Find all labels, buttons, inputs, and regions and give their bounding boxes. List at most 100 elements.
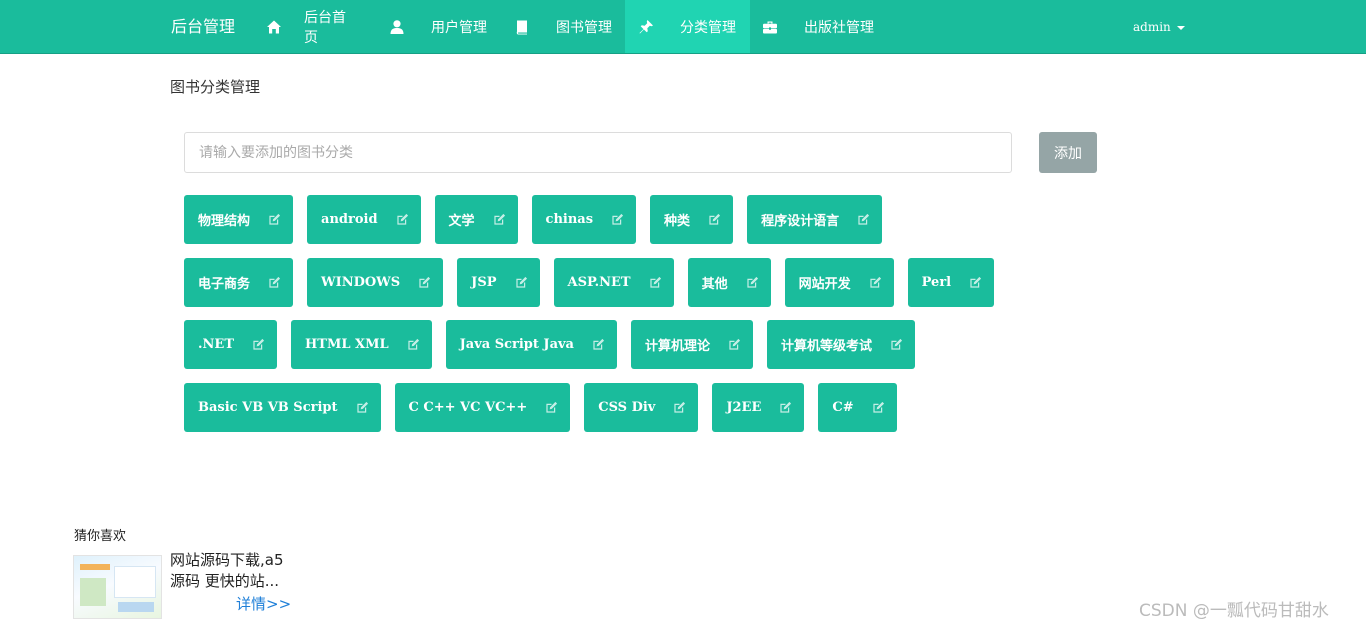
book-icon bbox=[514, 19, 530, 35]
category-tag[interactable]: .NET bbox=[184, 320, 277, 369]
nav-item-publishers[interactable]: 出版社管理 bbox=[750, 0, 890, 53]
edit-icon[interactable] bbox=[418, 276, 431, 289]
edit-icon[interactable] bbox=[396, 213, 409, 226]
category-tag-label: 程序设计语言 bbox=[761, 214, 840, 229]
category-tag-label: 计算机理论 bbox=[644, 339, 710, 354]
category-tag[interactable]: J2EE bbox=[712, 382, 805, 432]
category-tag[interactable]: C# bbox=[818, 382, 897, 432]
home-icon bbox=[266, 19, 282, 35]
category-tag-label: android bbox=[321, 212, 378, 227]
edit-icon[interactable] bbox=[611, 213, 624, 226]
edit-icon[interactable] bbox=[890, 338, 903, 351]
category-tag-label: 种类 bbox=[664, 214, 691, 229]
category-tag-label: CSS Div bbox=[598, 399, 656, 415]
add-category-button[interactable]: 添加 bbox=[1039, 132, 1097, 173]
category-tag-label: ASP.NET bbox=[567, 274, 631, 290]
edit-icon[interactable] bbox=[515, 276, 528, 289]
edit-icon[interactable] bbox=[356, 401, 369, 414]
caret-down-icon bbox=[1176, 25, 1185, 30]
category-tag[interactable]: ASP.NET bbox=[553, 257, 674, 307]
category-tag-label: 电子商务 bbox=[198, 276, 251, 292]
edit-icon[interactable] bbox=[872, 401, 885, 414]
nav-label-users: 用户管理 bbox=[431, 19, 487, 36]
category-tag-label: 网站开发 bbox=[798, 276, 851, 292]
category-tag[interactable]: 计算机等级考试 bbox=[767, 320, 916, 369]
category-tag-list: 物理结构 android 文学 chinas 种类 程序设计语言电子商务 WINDOWS JS… bbox=[184, 195, 1104, 445]
category-row: Basic VB VB Script C C++ VC VC++ CSS Div J2… bbox=[184, 382, 1104, 432]
edit-icon[interactable] bbox=[268, 276, 281, 289]
category-tag-label: 文学 bbox=[448, 214, 475, 229]
category-tag-label: Java Script Java bbox=[459, 337, 574, 352]
edit-icon[interactable] bbox=[493, 213, 506, 226]
edit-icon[interactable] bbox=[708, 213, 721, 226]
category-tag[interactable]: 其他 bbox=[687, 257, 771, 307]
category-tag[interactable]: 网站开发 bbox=[784, 257, 894, 307]
category-tag[interactable]: JSP bbox=[457, 257, 540, 307]
edit-icon[interactable] bbox=[779, 401, 792, 414]
category-tag[interactable]: WINDOWS bbox=[307, 257, 444, 307]
category-tag[interactable]: 程序设计语言 bbox=[747, 195, 883, 244]
category-tag[interactable]: Basic VB VB Script bbox=[184, 382, 381, 432]
category-tag-label: WINDOWS bbox=[321, 274, 401, 290]
nav-item-users[interactable]: 用户管理 bbox=[375, 0, 500, 53]
category-tag[interactable]: 种类 bbox=[650, 195, 734, 244]
edit-icon[interactable] bbox=[407, 338, 420, 351]
category-tag[interactable]: C C++ VC VC++ bbox=[394, 382, 571, 432]
nav-label-publishers: 出版社管理 bbox=[804, 19, 874, 36]
edit-icon[interactable] bbox=[268, 213, 281, 226]
edit-icon[interactable] bbox=[969, 276, 982, 289]
recommend-details-link[interactable]: 详情>> bbox=[236, 593, 291, 614]
category-row: .NET HTML XML Java Script Java 计算机理论 计算机等级考试 bbox=[184, 320, 1104, 369]
briefcase-icon bbox=[762, 19, 778, 35]
category-tag-label: chinas bbox=[545, 212, 594, 227]
category-tag[interactable]: android bbox=[307, 195, 421, 244]
watermark: CSDN @一瓢代码甘甜水 bbox=[1139, 601, 1329, 621]
nav-label-home: 后台首页 bbox=[304, 9, 346, 46]
category-tag[interactable]: 电子商务 bbox=[184, 257, 294, 307]
category-tag-label: .NET bbox=[198, 337, 234, 352]
edit-icon[interactable] bbox=[869, 276, 882, 289]
recommend-thumbnail[interactable] bbox=[73, 555, 162, 619]
category-tag[interactable]: 文学 bbox=[434, 195, 518, 244]
edit-icon[interactable] bbox=[592, 338, 605, 351]
username: admin bbox=[1133, 20, 1171, 34]
category-tag-label: 其他 bbox=[701, 276, 728, 292]
category-tag-label: J2EE bbox=[726, 399, 762, 415]
category-tag-label: Perl bbox=[921, 274, 952, 290]
recommend-text[interactable]: 网站源码下载,a5源码 更快的站... bbox=[170, 550, 295, 592]
page-title: 图书分类管理 bbox=[170, 78, 261, 96]
category-tag[interactable]: HTML XML bbox=[291, 320, 432, 369]
pushpin-icon bbox=[638, 19, 654, 35]
category-tag-label: HTML XML bbox=[305, 337, 389, 352]
edit-icon[interactable] bbox=[649, 276, 662, 289]
category-tag-label: Basic VB VB Script bbox=[198, 399, 338, 415]
category-tag[interactable]: CSS Div bbox=[584, 382, 699, 432]
nav-item-categories[interactable]: 分类管理 bbox=[625, 0, 750, 53]
category-tag[interactable]: 计算机理论 bbox=[630, 320, 753, 369]
edit-icon[interactable] bbox=[746, 276, 759, 289]
top-navbar: 后台管理 后台首页 用户管理 图书管理 分类管理 出版社管理 admin bbox=[0, 0, 1366, 54]
category-tag[interactable]: 物理结构 bbox=[184, 195, 294, 244]
edit-icon[interactable] bbox=[728, 338, 741, 351]
nav-item-books[interactable]: 图书管理 bbox=[500, 0, 625, 53]
user-icon bbox=[389, 19, 405, 35]
category-tag[interactable]: Perl bbox=[907, 257, 995, 307]
nav-label-books: 图书管理 bbox=[556, 19, 612, 36]
category-tag-label: C C++ VC VC++ bbox=[408, 399, 528, 415]
nav-item-home[interactable]: 后台首页 bbox=[254, 0, 363, 53]
category-tag[interactable]: Java Script Java bbox=[445, 320, 617, 369]
category-input[interactable] bbox=[184, 132, 1012, 173]
category-row: 物理结构 android 文学 chinas 种类 程序设计语言 bbox=[184, 195, 1104, 244]
edit-icon[interactable] bbox=[545, 401, 558, 414]
user-dropdown[interactable]: admin bbox=[1133, 0, 1185, 54]
edit-icon[interactable] bbox=[673, 401, 686, 414]
category-tag[interactable]: chinas bbox=[531, 195, 637, 244]
edit-icon[interactable] bbox=[857, 213, 870, 226]
category-tag-label: 物理结构 bbox=[198, 214, 251, 229]
category-row: 电子商务 WINDOWS JSP ASP.NET 其他 网站开发 Perl bbox=[184, 257, 1104, 307]
category-tag-label: C# bbox=[832, 399, 854, 415]
brand-title[interactable]: 后台管理 bbox=[171, 0, 235, 54]
recommend-title: 猜你喜欢 bbox=[74, 529, 127, 544]
category-tag-label: JSP bbox=[471, 274, 497, 290]
edit-icon[interactable] bbox=[252, 338, 265, 351]
